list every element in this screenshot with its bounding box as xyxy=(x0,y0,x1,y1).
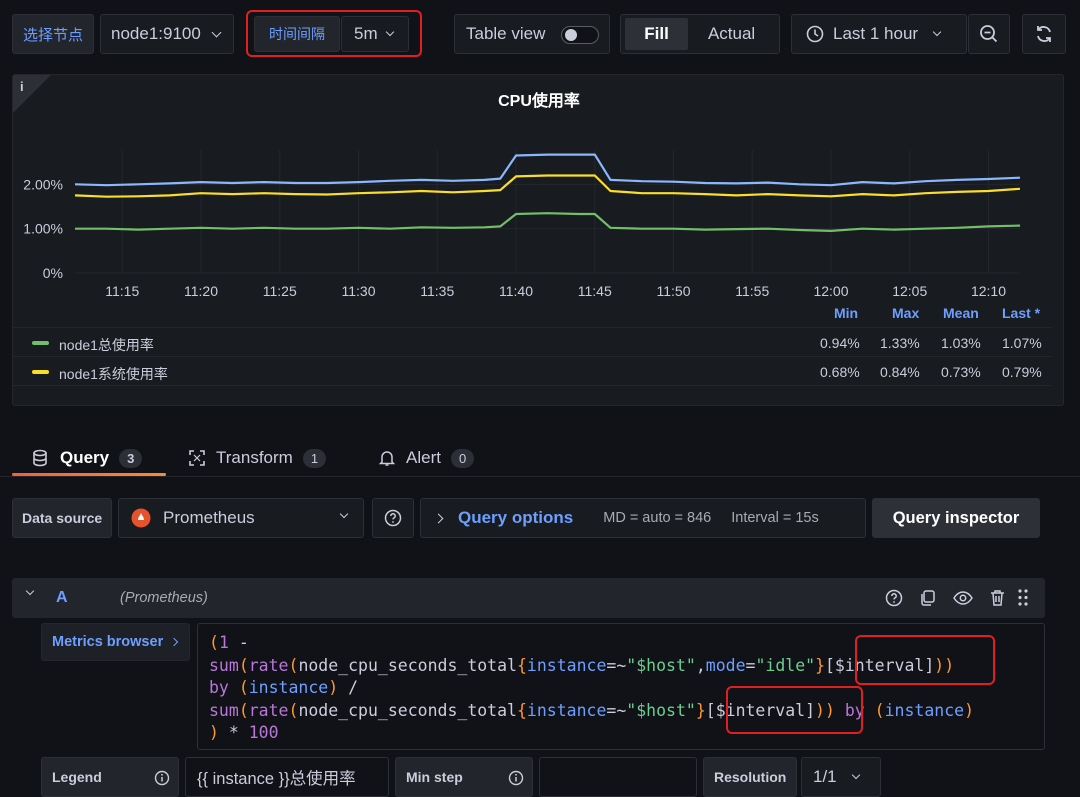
series-mean: 1.03% xyxy=(941,335,981,351)
x-tick-label: 11:20 xyxy=(184,283,218,299)
tab-alert-count: 0 xyxy=(450,448,475,468)
legend-option-label: Legend xyxy=(41,757,179,797)
legend-row[interactable]: node1系统使用率 0.68% 0.84% 0.73% 0.79% xyxy=(12,356,1052,385)
data-source-picker[interactable]: Prometheus xyxy=(118,498,364,538)
tab-query-count: 3 xyxy=(119,448,143,468)
series-max: 1.33% xyxy=(880,335,920,351)
y-tick-label: 0% xyxy=(43,265,63,281)
data-source-label: Data source xyxy=(12,498,112,538)
series-name: node1总使用率 xyxy=(59,337,154,353)
prometheus-icon xyxy=(131,508,151,528)
query-options-label: Query options xyxy=(458,508,574,527)
info-circle-icon xyxy=(508,770,524,786)
tab-alert-label: Alert xyxy=(406,448,441,467)
series-min: 0.94% xyxy=(820,335,860,351)
data-source-value: Prometheus xyxy=(163,508,255,527)
series-last: 0.79% xyxy=(1002,364,1042,380)
x-tick-label: 12:00 xyxy=(813,283,848,299)
help-button[interactable] xyxy=(372,498,414,538)
tab-transform-count: 1 xyxy=(302,448,327,468)
x-tick-label: 11:30 xyxy=(342,283,376,299)
help-circle-icon[interactable] xyxy=(885,589,903,607)
chevron-right-icon xyxy=(433,513,444,523)
y-tick-label: 2.00% xyxy=(23,176,63,192)
tab-query[interactable]: Query 3 xyxy=(12,440,166,476)
legend-header-min[interactable]: Min xyxy=(834,305,858,321)
chevron-down-icon xyxy=(851,770,860,780)
resolution-label: Resolution xyxy=(703,757,797,797)
y-tick-label: 1.00% xyxy=(23,221,63,237)
duplicate-icon[interactable] xyxy=(919,589,937,607)
legend-header-mean[interactable]: Mean xyxy=(943,305,979,321)
resolution-select[interactable]: 1/1 xyxy=(801,757,881,797)
series-name: node1系统使用率 xyxy=(59,366,168,382)
chevron-down-icon xyxy=(339,509,349,519)
min-step-label: Min step xyxy=(395,757,533,797)
tab-query-label: Query xyxy=(60,448,110,467)
collapse-chevron-icon[interactable] xyxy=(25,586,35,596)
query-inspector-button[interactable]: Query inspector xyxy=(872,498,1040,538)
tab-alert[interactable]: Alert 0 xyxy=(379,440,475,476)
interval-info: Interval = 15s xyxy=(731,510,819,526)
legend-row[interactable]: node1总使用率 0.94% 1.33% 1.03% 1.07% xyxy=(12,327,1052,356)
min-step-text: Min step xyxy=(406,769,463,785)
x-tick-label: 11:45 xyxy=(578,283,612,299)
x-tick-label: 11:25 xyxy=(263,283,297,299)
query-row-header: A (Prometheus) xyxy=(12,578,1045,618)
series-swatch xyxy=(32,370,49,374)
legend-format-input[interactable]: {{ instance }}总使用率 xyxy=(185,757,389,797)
x-tick-label: 11:50 xyxy=(657,283,691,299)
legend-row-partial xyxy=(12,385,1052,405)
query-ds-name: (Prometheus) xyxy=(120,590,208,606)
x-tick-label: 12:10 xyxy=(971,283,1006,299)
series-last: 1.07% xyxy=(1002,335,1042,351)
min-step-input[interactable] xyxy=(539,757,697,797)
query-options-bar[interactable]: Query options MD = auto = 846 Interval =… xyxy=(420,498,866,538)
resolution-value: 1/1 xyxy=(813,767,837,786)
trash-icon[interactable] xyxy=(989,588,1006,607)
info-circle-icon xyxy=(154,770,170,786)
tab-transform[interactable]: Transform 1 xyxy=(188,440,327,476)
eye-icon[interactable] xyxy=(953,589,973,607)
tab-transform-label: Transform xyxy=(216,448,293,467)
x-tick-label: 11:55 xyxy=(735,283,769,299)
series-max: 0.84% xyxy=(880,364,920,380)
help-circle-icon xyxy=(384,509,402,527)
md-info: MD = auto = 846 xyxy=(603,510,712,526)
chevron-right-icon xyxy=(169,637,179,647)
metrics-browser-button[interactable]: Metrics browser xyxy=(41,623,190,661)
legend-header-last[interactable]: Last * xyxy=(1002,305,1040,321)
metrics-browser-label: Metrics browser xyxy=(52,634,164,650)
legend-option-text: Legend xyxy=(52,769,102,785)
cpu-line-chart: 11:15 11:20 11:25 11:30 11:35 11:40 11:45 11:50… xyxy=(23,150,1021,299)
highlight-box-interval-2 xyxy=(726,686,863,734)
x-tick-label: 12:05 xyxy=(892,283,927,299)
bell-icon xyxy=(379,451,395,466)
transform-icon xyxy=(189,450,205,466)
query-ref-id[interactable]: A xyxy=(56,589,68,607)
legend-header-max[interactable]: Max xyxy=(892,305,919,321)
series-swatch xyxy=(32,341,49,345)
series-line-3 xyxy=(74,153,1021,187)
x-tick-label: 11:15 xyxy=(105,283,139,299)
x-tick-label: 11:35 xyxy=(420,283,454,299)
database-icon xyxy=(33,449,47,467)
series-mean: 0.73% xyxy=(941,364,981,380)
series-line-2 xyxy=(74,174,1021,198)
highlight-box-interval-1 xyxy=(855,635,995,685)
x-tick-label: 11:40 xyxy=(499,283,533,299)
drag-handle-icon[interactable] xyxy=(1016,588,1030,607)
series-min: 0.68% xyxy=(820,364,860,380)
